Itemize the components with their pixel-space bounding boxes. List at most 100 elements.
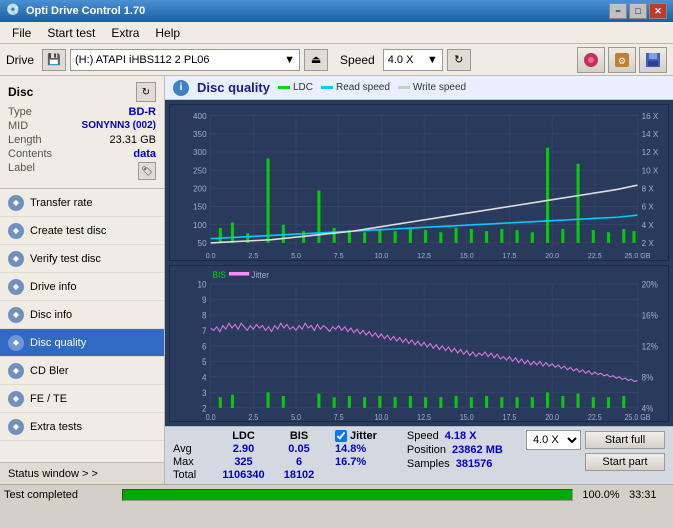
disc-length-value: 23.31 GB: [110, 134, 156, 146]
disc-panel: Disc ↻ Type BD-R MID SONYNN3 (002) Lengt…: [0, 76, 164, 189]
svg-text:10: 10: [198, 279, 207, 290]
icon-btn-2[interactable]: ⚙: [608, 47, 636, 73]
disc-quality-icon: ◆: [8, 335, 24, 351]
svg-text:150: 150: [193, 202, 207, 212]
drive-icon-btn[interactable]: 💾: [42, 49, 66, 71]
svg-text:14 X: 14 X: [642, 129, 659, 139]
drive-label: Drive: [6, 53, 34, 67]
svg-text:20%: 20%: [642, 279, 658, 290]
disc-length-label: Length: [8, 134, 42, 146]
disc-mid-value: SONYNN3 (002): [82, 120, 156, 132]
stats-avg-bis: 0.05: [279, 443, 319, 455]
menu-file[interactable]: File: [4, 24, 39, 42]
speed-label: Speed: [340, 53, 375, 67]
svg-text:22.5: 22.5: [588, 412, 602, 421]
legend-read-speed: Read speed: [321, 82, 390, 93]
sidebar-item-extra-tests[interactable]: ◆ Extra tests: [0, 413, 164, 441]
progress-text: 100.0%: [581, 489, 621, 501]
stats-total-bis: 18102: [279, 469, 319, 481]
disc-contents-label: Contents: [8, 148, 52, 160]
disc-type-label: Type: [8, 106, 32, 118]
svg-text:7.5: 7.5: [334, 412, 344, 421]
titlebar: 💿 Opti Drive Control 1.70 − □ ✕: [0, 0, 673, 22]
chart2-svg: BIS Jitter: [170, 266, 668, 421]
bottom-bar: Test completed 100.0% 33:31: [0, 484, 673, 504]
svg-text:12%: 12%: [642, 341, 658, 352]
svg-text:16%: 16%: [642, 310, 658, 321]
svg-text:250: 250: [193, 165, 207, 175]
app-icon: 💿: [6, 3, 22, 19]
chart2: BIS Jitter: [169, 265, 669, 422]
sidebar-item-drive-info[interactable]: ◆ Drive info: [0, 273, 164, 301]
charts-area: 400 350 300 250 200 150 100 50 16 X 14 X…: [165, 100, 673, 426]
svg-text:0.0: 0.0: [206, 251, 216, 260]
status-window-btn[interactable]: Status window > >: [0, 462, 164, 484]
start-full-button[interactable]: Start full: [585, 431, 665, 449]
samples-val: 381576: [456, 458, 493, 470]
sidebar-item-fe-te[interactable]: ◆ FE / TE: [0, 385, 164, 413]
close-button[interactable]: ✕: [649, 3, 667, 19]
stats-max-jitter: 16.7%: [335, 456, 366, 468]
disc-quality-title: Disc quality: [197, 80, 270, 95]
sidebar-item-disc-quality[interactable]: ◆ Disc quality: [0, 329, 164, 357]
drive-info-icon: ◆: [8, 279, 24, 295]
chart1-svg: 400 350 300 250 200 150 100 50 16 X 14 X…: [170, 105, 668, 260]
svg-text:3: 3: [202, 387, 207, 398]
disc-label-btn[interactable]: 🏷: [138, 162, 156, 180]
svg-text:15.0: 15.0: [460, 412, 474, 421]
svg-text:6: 6: [202, 341, 207, 352]
speed-combo-select[interactable]: 4.0 X: [526, 430, 581, 450]
svg-text:10.0: 10.0: [374, 251, 388, 260]
svg-text:8: 8: [202, 310, 207, 321]
jitter-checkbox[interactable]: [335, 430, 347, 442]
sidebar-item-cd-bler[interactable]: ◆ CD Bler: [0, 357, 164, 385]
samples-key: Samples: [407, 458, 450, 470]
sidebar-item-create-test-disc[interactable]: ◆ Create test disc: [0, 217, 164, 245]
svg-text:4 X: 4 X: [642, 220, 655, 230]
svg-text:8%: 8%: [642, 372, 654, 383]
stats-total-label: Total: [173, 469, 208, 481]
svg-text:22.5: 22.5: [588, 251, 602, 260]
sidebar-item-verify-test-disc[interactable]: ◆ Verify test disc: [0, 245, 164, 273]
extra-tests-icon: ◆: [8, 419, 24, 435]
disc-contents-value: data: [133, 148, 156, 160]
menu-extra[interactable]: Extra: [103, 24, 147, 42]
disc-title: Disc: [8, 85, 33, 99]
save-icon-btn[interactable]: [639, 47, 667, 73]
sidebar-item-disc-info[interactable]: ◆ Disc info: [0, 301, 164, 329]
svg-text:9: 9: [202, 294, 207, 305]
svg-text:12 X: 12 X: [642, 147, 659, 157]
svg-text:7.5: 7.5: [334, 251, 344, 260]
chart1: 400 350 300 250 200 150 100 50 16 X 14 X…: [169, 104, 669, 261]
stats-avg-label: Avg: [173, 443, 208, 455]
svg-text:10.0: 10.0: [374, 412, 388, 421]
disc-quality-header: i Disc quality LDC Read speed Write spee…: [165, 76, 673, 100]
stats-bar: LDC BIS Jitter Avg 2.90 0.05 14.8% Max 3…: [165, 426, 673, 484]
svg-text:350: 350: [193, 129, 207, 139]
minimize-button[interactable]: −: [609, 3, 627, 19]
start-part-button[interactable]: Start part: [585, 453, 665, 471]
svg-text:4: 4: [202, 372, 207, 383]
refresh-button[interactable]: ↻: [447, 49, 471, 71]
stats-total-ldc: 1106340: [216, 469, 271, 481]
svg-text:5.0: 5.0: [291, 251, 301, 260]
maximize-button[interactable]: □: [629, 3, 647, 19]
menu-help[interactable]: Help: [147, 24, 188, 42]
svg-text:BIS: BIS: [213, 269, 226, 280]
legend-write-speed: Write speed: [398, 82, 466, 93]
speed-val: 4.18 X: [445, 430, 477, 442]
svg-text:2.5: 2.5: [248, 251, 258, 260]
eject-button[interactable]: ⏏: [304, 49, 328, 71]
transfer-rate-icon: ◆: [8, 195, 24, 211]
sidebar-item-transfer-rate[interactable]: ◆ Transfer rate: [0, 189, 164, 217]
fe-te-icon: ◆: [8, 391, 24, 407]
svg-text:17.5: 17.5: [503, 412, 517, 421]
create-test-disc-icon: ◆: [8, 223, 24, 239]
disc-refresh-btn[interactable]: ↻: [136, 82, 156, 102]
stats-avg-jitter: 14.8%: [335, 443, 366, 455]
menu-start-test[interactable]: Start test: [39, 24, 103, 42]
speed-select[interactable]: 4.0 X ▼: [383, 49, 443, 71]
icon-btn-1[interactable]: [577, 47, 605, 73]
svg-text:2 X: 2 X: [642, 238, 655, 248]
drive-select[interactable]: (H:) ATAPI iHBS112 2 PL06 ▼: [70, 49, 300, 71]
